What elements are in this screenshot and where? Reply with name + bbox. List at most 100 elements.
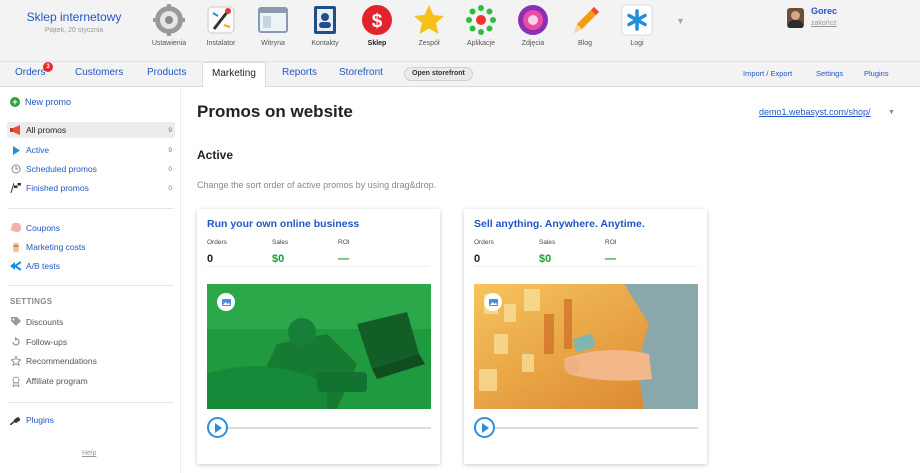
blog-icon	[568, 3, 602, 37]
play-button[interactable]	[207, 417, 228, 438]
plugins-link[interactable]: Plugins	[864, 69, 889, 78]
tab-marketing[interactable]: Marketing	[202, 62, 266, 87]
brand-name[interactable]: Sklep internetowy	[24, 10, 124, 24]
metric-label: Orders	[207, 239, 227, 246]
sidebar-item-label: Plugins	[26, 415, 54, 425]
metric-label: Sales	[272, 239, 289, 246]
metric-value: 0	[474, 253, 481, 265]
sidebar-item-label: A/B tests	[26, 261, 61, 271]
app-label: Instalator	[206, 40, 236, 47]
storefront-selector[interactable]: demo1.webasyst.com/shop/	[759, 107, 871, 117]
promo-title[interactable]: Sell anything. Anywhere. Anytime.	[474, 218, 645, 230]
logout-link[interactable]: zakończ	[811, 20, 837, 27]
app-blog[interactable]: Blog	[559, 3, 611, 47]
current-date: Piątek, 20 stycznia	[44, 27, 104, 34]
app-header: Sklep internetowy Piątek, 20 stycznia Us…	[0, 0, 920, 62]
play-icon	[10, 145, 21, 156]
metric-label: ROI	[338, 239, 350, 246]
help-link[interactable]: Help	[82, 450, 96, 457]
promo-count: 9	[168, 126, 172, 134]
chevron-down-icon[interactable]: ▼	[676, 16, 685, 26]
sidebar-item-follow-ups[interactable]: Follow-ups	[7, 334, 175, 350]
ribbon-icon	[10, 376, 21, 387]
svg-text:$: $	[372, 11, 383, 32]
sidebar-item-scheduled[interactable]: Scheduled promos 0	[7, 161, 175, 177]
gear-icon	[152, 3, 186, 37]
app-settings[interactable]: Ustawienia	[143, 3, 195, 47]
sidebar-item-affiliate[interactable]: Affiliate program	[7, 373, 175, 389]
app-switcher: Ustawienia Instalator Witryna Kontakty $…	[143, 3, 663, 47]
tab-orders[interactable]: Orders 3	[15, 62, 53, 78]
photos-icon	[516, 3, 550, 37]
promo-banner-image[interactable]	[474, 284, 698, 409]
sidebar-item-label: Finished promos	[26, 183, 89, 193]
promo-title[interactable]: Run your own online business	[207, 218, 359, 230]
new-promo-label: New promo	[25, 97, 72, 107]
app-label: Zdjęcia	[521, 40, 545, 47]
promo-count: 0	[168, 184, 172, 192]
app-site[interactable]: Witryna	[247, 3, 299, 47]
sidebar-item-marketing-costs[interactable]: Marketing costs	[7, 239, 175, 255]
sidebar: + New promo All promos 9 Active 9 Schedu…	[0, 88, 181, 473]
brand[interactable]: Sklep internetowy Piątek, 20 stycznia	[24, 10, 124, 34]
sidebar-item-label: Follow-ups	[26, 337, 68, 347]
divider	[8, 208, 174, 209]
app-label: Aplikacje	[466, 40, 495, 47]
app-label: Blog	[577, 40, 592, 47]
sidebar-item-discounts[interactable]: Discounts	[7, 314, 175, 330]
user-name[interactable]: Gorec	[811, 6, 837, 16]
divider	[474, 266, 697, 267]
promo-banner-image[interactable]	[207, 284, 431, 409]
metric-value: $0	[539, 253, 552, 265]
shop-icon: $	[360, 3, 394, 37]
logs-icon	[620, 3, 654, 37]
tab-products[interactable]: Products	[147, 67, 186, 78]
import-export-link[interactable]: Import / Export	[743, 69, 792, 78]
promo-card[interactable]: Run your own online business Orders 0 Sa…	[197, 209, 440, 464]
metric-orders: Orders 0	[207, 239, 227, 265]
tab-reports[interactable]: Reports	[282, 67, 317, 78]
divider	[8, 402, 174, 403]
sidebar-item-finished[interactable]: Finished promos 0	[7, 180, 175, 196]
sidebar-item-recommendations[interactable]: Recommendations	[7, 353, 175, 369]
sidebar-item-all-promos[interactable]: All promos 9	[7, 122, 175, 138]
sidebar-item-active[interactable]: Active 9	[7, 142, 175, 158]
progress-track	[207, 427, 431, 429]
section-title: Active	[197, 148, 234, 162]
sidebar-item-coupons[interactable]: Coupons	[7, 220, 175, 236]
plus-icon: +	[10, 97, 20, 107]
app-photos[interactable]: Zdjęcia	[507, 3, 559, 47]
app-shop[interactable]: $ Sklep	[351, 3, 403, 47]
tab-storefront[interactable]: Storefront	[339, 67, 383, 78]
metric-label: ROI	[605, 239, 617, 246]
new-promo-button[interactable]: + New promo	[10, 97, 71, 107]
metric-value: $0	[272, 253, 285, 265]
app-apps[interactable]: Aplikacje	[455, 3, 507, 47]
user-menu[interactable]: Gorec zakończ	[787, 6, 837, 28]
page-title: Promos on website	[197, 102, 353, 121]
promo-count: 9	[168, 146, 172, 154]
installer-icon	[204, 3, 238, 37]
app-installer[interactable]: Instalator	[195, 3, 247, 47]
metric-roi: ROI —	[605, 239, 617, 265]
settings-link[interactable]: Settings	[816, 69, 843, 78]
contacts-icon	[308, 3, 342, 37]
flag-icon	[10, 183, 21, 194]
app-label: Kontakty	[311, 40, 339, 47]
tab-customers[interactable]: Customers	[75, 67, 123, 78]
clock-icon	[10, 164, 21, 175]
followup-icon	[10, 337, 21, 348]
app-logs[interactable]: Logi	[611, 3, 663, 47]
metric-roi: ROI —	[338, 239, 350, 265]
app-team[interactable]: Zespół	[403, 3, 455, 47]
open-storefront-button[interactable]: Open storefront	[404, 67, 473, 81]
sidebar-item-plugins[interactable]: Plugins	[7, 412, 175, 428]
apps-icon	[464, 3, 498, 37]
play-button[interactable]	[474, 417, 495, 438]
app-contacts[interactable]: Kontakty	[299, 3, 351, 47]
app-label: Sklep	[367, 40, 387, 47]
sidebar-item-ab-tests[interactable]: A/B tests	[7, 258, 175, 274]
promo-card[interactable]: Sell anything. Anywhere. Anytime. Orders…	[464, 209, 707, 464]
avatar[interactable]	[787, 8, 804, 28]
chevron-down-icon[interactable]: ▼	[888, 109, 895, 116]
